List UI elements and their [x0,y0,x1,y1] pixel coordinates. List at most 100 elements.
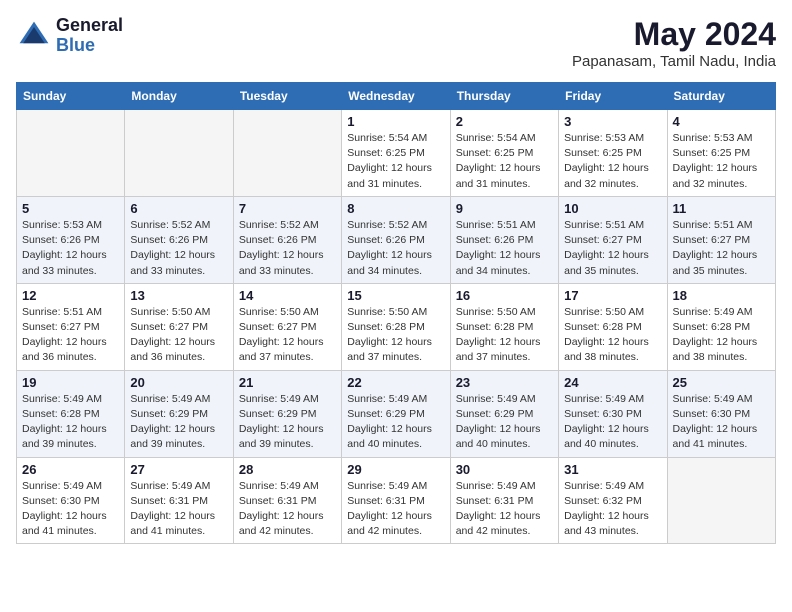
day-info: Sunrise: 5:49 AM Sunset: 6:29 PM Dayligh… [130,392,227,453]
day-info: Sunrise: 5:54 AM Sunset: 6:25 PM Dayligh… [456,131,553,192]
logo-icon [16,18,52,54]
day-of-week-header: Tuesday [233,83,341,110]
calendar-day-cell: 26 Sunrise: 5:49 AM Sunset: 6:30 PM Dayli… [17,457,125,544]
day-info: Sunrise: 5:53 AM Sunset: 6:25 PM Dayligh… [673,131,770,192]
day-number: 20 [130,375,227,390]
calendar-day-cell [17,110,125,197]
day-number: 26 [22,462,119,477]
logo-text: General Blue [56,16,123,56]
day-info: Sunrise: 5:50 AM Sunset: 6:27 PM Dayligh… [239,305,336,366]
calendar-week-row: 19Sunrise: 5:49 AM Sunset: 6:28 PM Dayli… [17,370,776,457]
day-info: Sunrise: 5:51 AM Sunset: 6:27 PM Dayligh… [22,305,119,366]
day-number: 12 [22,288,119,303]
day-info: Sunrise: 5:49 AM Sunset: 6:32 PM Dayligh… [564,479,661,540]
calendar-day-cell: 1Sunrise: 5:54 AM Sunset: 6:25 PM Daylig… [342,110,450,197]
calendar-week-row: 12 Sunrise: 5:51 AM Sunset: 6:27 PM Dayli… [17,283,776,370]
calendar-day-cell [233,110,341,197]
day-number: 25 [673,375,770,390]
calendar-day-cell: 24 Sunrise: 5:49 AM Sunset: 6:30 PM Dayli… [559,370,667,457]
day-number: 22 [347,375,444,390]
location-subtitle: Papanasam, Tamil Nadu, India [572,53,776,70]
day-number: 19 [22,375,119,390]
calendar-day-cell [125,110,233,197]
calendar-day-cell: 13 Sunrise: 5:50 AM Sunset: 6:27 PM Dayli… [125,283,233,370]
day-info: Sunrise: 5:51 AM Sunset: 6:27 PM Dayligh… [673,218,770,279]
day-number: 13 [130,288,227,303]
day-number: 27 [130,462,227,477]
calendar-day-cell: 16Sunrise: 5:50 AM Sunset: 6:28 PM Dayli… [450,283,558,370]
day-info: Sunrise: 5:54 AM Sunset: 6:25 PM Dayligh… [347,131,444,192]
calendar-week-row: 5 Sunrise: 5:53 AM Sunset: 6:26 PM Daylig… [17,196,776,283]
calendar-day-cell: 21Sunrise: 5:49 AM Sunset: 6:29 PM Dayli… [233,370,341,457]
calendar-week-row: 1Sunrise: 5:54 AM Sunset: 6:25 PM Daylig… [17,110,776,197]
calendar-day-cell: 7 Sunrise: 5:52 AM Sunset: 6:26 PM Daylig… [233,196,341,283]
calendar-day-cell: 18 Sunrise: 5:49 AM Sunset: 6:28 PM Dayli… [667,283,775,370]
day-number: 18 [673,288,770,303]
day-of-week-header: Thursday [450,83,558,110]
day-number: 7 [239,201,336,216]
day-info: Sunrise: 5:51 AM Sunset: 6:27 PM Dayligh… [564,218,661,279]
calendar-day-cell: 9Sunrise: 5:51 AM Sunset: 6:26 PM Daylig… [450,196,558,283]
day-info: Sunrise: 5:49 AM Sunset: 6:31 PM Dayligh… [347,479,444,540]
day-number: 4 [673,114,770,129]
day-info: Sunrise: 5:53 AM Sunset: 6:26 PM Dayligh… [22,218,119,279]
day-info: Sunrise: 5:49 AM Sunset: 6:29 PM Dayligh… [347,392,444,453]
month-year-title: May 2024 [572,16,776,53]
day-info: Sunrise: 5:50 AM Sunset: 6:28 PM Dayligh… [564,305,661,366]
day-info: Sunrise: 5:49 AM Sunset: 6:29 PM Dayligh… [239,392,336,453]
logo-blue-text: Blue [56,36,123,56]
calendar-day-cell: 10 Sunrise: 5:51 AM Sunset: 6:27 PM Dayli… [559,196,667,283]
day-number: 6 [130,201,227,216]
day-info: Sunrise: 5:50 AM Sunset: 6:27 PM Dayligh… [130,305,227,366]
calendar-day-cell: 3Sunrise: 5:53 AM Sunset: 6:25 PM Daylig… [559,110,667,197]
day-number: 15 [347,288,444,303]
day-info: Sunrise: 5:49 AM Sunset: 6:28 PM Dayligh… [673,305,770,366]
day-number: 17 [564,288,661,303]
day-info: Sunrise: 5:49 AM Sunset: 6:31 PM Dayligh… [456,479,553,540]
day-info: Sunrise: 5:52 AM Sunset: 6:26 PM Dayligh… [347,218,444,279]
day-info: Sunrise: 5:49 AM Sunset: 6:31 PM Dayligh… [130,479,227,540]
calendar-day-cell: 15 Sunrise: 5:50 AM Sunset: 6:28 PM Dayli… [342,283,450,370]
title-block: May 2024 Papanasam, Tamil Nadu, India [572,16,776,70]
day-info: Sunrise: 5:52 AM Sunset: 6:26 PM Dayligh… [239,218,336,279]
logo: General Blue [16,16,123,56]
day-number: 29 [347,462,444,477]
calendar-table: SundayMondayTuesdayWednesdayThursdayFrid… [16,82,776,544]
day-info: Sunrise: 5:53 AM Sunset: 6:25 PM Dayligh… [564,131,661,192]
calendar-day-cell [667,457,775,544]
day-number: 23 [456,375,553,390]
day-number: 2 [456,114,553,129]
day-of-week-header: Monday [125,83,233,110]
day-of-week-header: Friday [559,83,667,110]
day-info: Sunrise: 5:49 AM Sunset: 6:30 PM Dayligh… [564,392,661,453]
day-of-week-header: Sunday [17,83,125,110]
calendar-day-cell: 23 Sunrise: 5:49 AM Sunset: 6:29 PM Dayli… [450,370,558,457]
day-number: 31 [564,462,661,477]
day-number: 24 [564,375,661,390]
calendar-day-cell: 20 Sunrise: 5:49 AM Sunset: 6:29 PM Dayli… [125,370,233,457]
day-number: 8 [347,201,444,216]
day-number: 9 [456,201,553,216]
calendar-day-cell: 12 Sunrise: 5:51 AM Sunset: 6:27 PM Dayli… [17,283,125,370]
calendar-day-cell: 5 Sunrise: 5:53 AM Sunset: 6:26 PM Daylig… [17,196,125,283]
calendar-day-cell: 11Sunrise: 5:51 AM Sunset: 6:27 PM Dayli… [667,196,775,283]
day-number: 10 [564,201,661,216]
day-of-week-header: Wednesday [342,83,450,110]
calendar-day-cell: 27 Sunrise: 5:49 AM Sunset: 6:31 PM Dayli… [125,457,233,544]
day-info: Sunrise: 5:49 AM Sunset: 6:31 PM Dayligh… [239,479,336,540]
calendar-day-cell: 30Sunrise: 5:49 AM Sunset: 6:31 PM Dayli… [450,457,558,544]
calendar-day-cell: 25Sunrise: 5:49 AM Sunset: 6:30 PM Dayli… [667,370,775,457]
calendar-day-cell: 8 Sunrise: 5:52 AM Sunset: 6:26 PM Daylig… [342,196,450,283]
calendar-day-cell: 28Sunrise: 5:49 AM Sunset: 6:31 PM Dayli… [233,457,341,544]
calendar-day-cell: 19Sunrise: 5:49 AM Sunset: 6:28 PM Dayli… [17,370,125,457]
calendar-week-row: 26 Sunrise: 5:49 AM Sunset: 6:30 PM Dayli… [17,457,776,544]
day-info: Sunrise: 5:50 AM Sunset: 6:28 PM Dayligh… [456,305,553,366]
calendar-day-cell: 22 Sunrise: 5:49 AM Sunset: 6:29 PM Dayli… [342,370,450,457]
day-info: Sunrise: 5:50 AM Sunset: 6:28 PM Dayligh… [347,305,444,366]
calendar-day-cell: 2 Sunrise: 5:54 AM Sunset: 6:25 PM Daylig… [450,110,558,197]
day-info: Sunrise: 5:49 AM Sunset: 6:29 PM Dayligh… [456,392,553,453]
day-info: Sunrise: 5:49 AM Sunset: 6:30 PM Dayligh… [22,479,119,540]
page-header: General Blue May 2024 Papanasam, Tamil N… [16,16,776,70]
day-number: 5 [22,201,119,216]
calendar-day-cell: 17 Sunrise: 5:50 AM Sunset: 6:28 PM Dayli… [559,283,667,370]
